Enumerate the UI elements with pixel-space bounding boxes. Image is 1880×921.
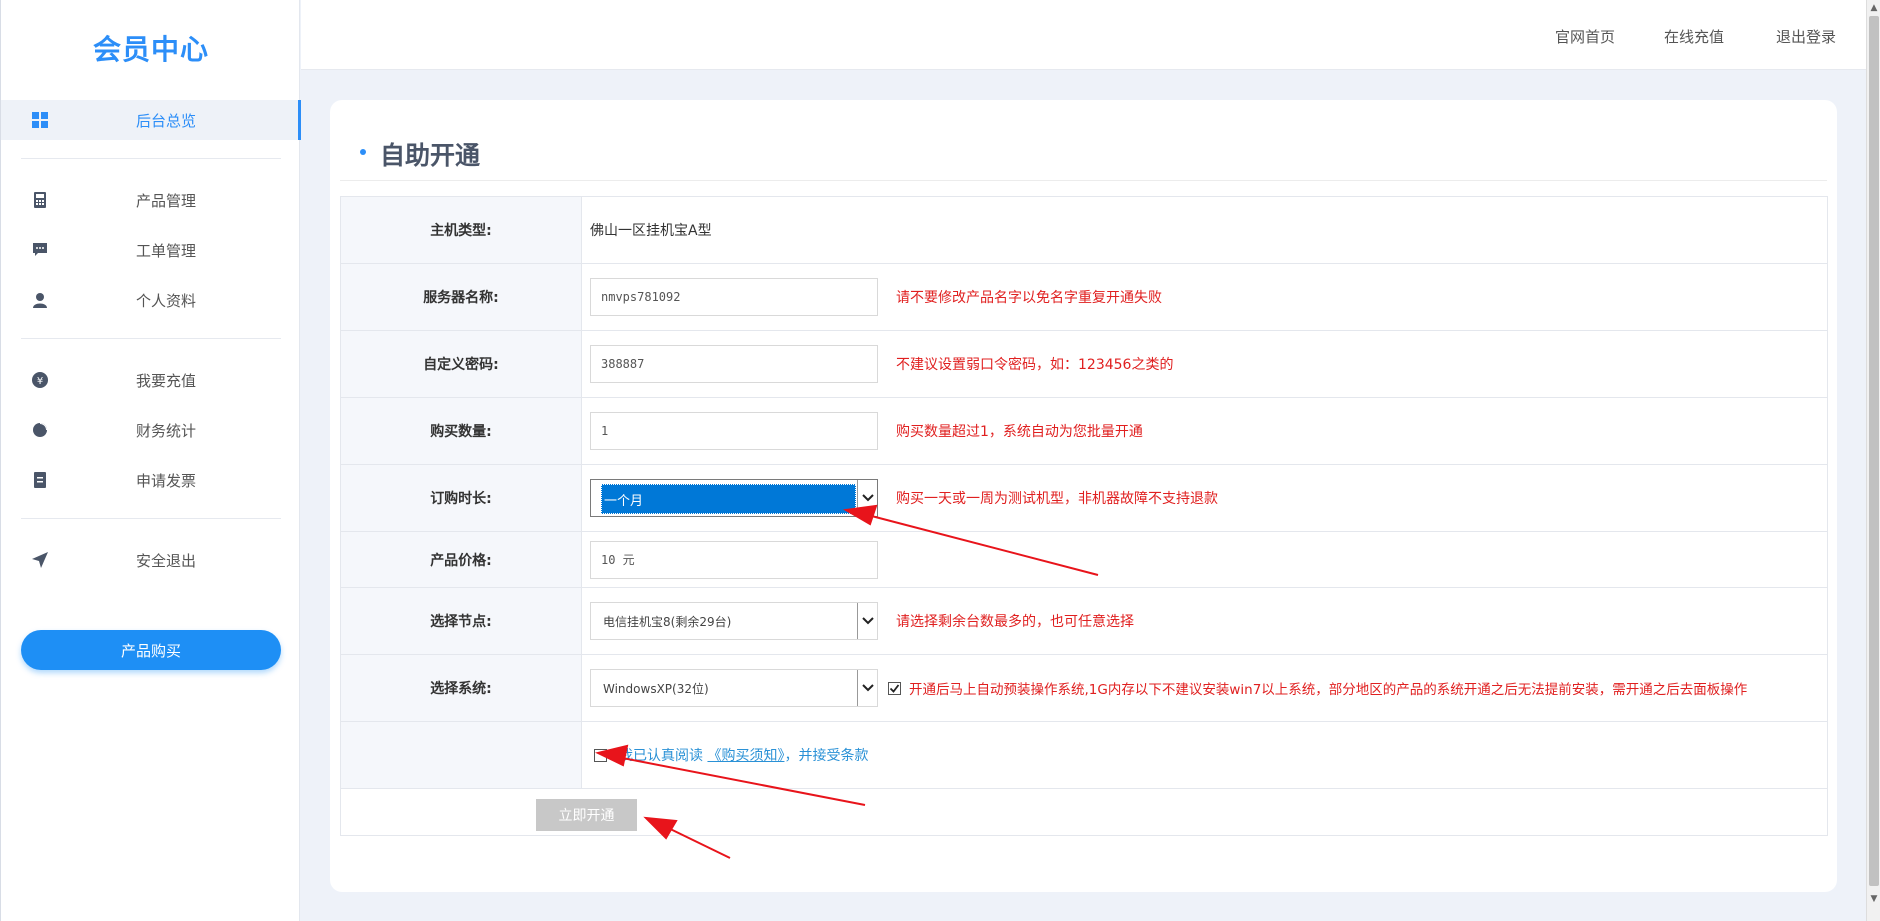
duration-hint: 购买一天或一周为测试机型，非机器故障不支持退款 <box>896 491 1218 507</box>
top-header: 官网首页 在线充值 退出登录 <box>301 0 1867 70</box>
node-select[interactable]: 电信挂机宝8(剩余29台) <box>590 602 878 640</box>
check-icon <box>889 683 900 693</box>
sidebar-item-logout[interactable]: 安全退出 <box>1 540 301 580</box>
sidebar-item-label: 个人资料 <box>135 291 196 310</box>
sidebar-item-invoice[interactable]: 申请发票 <box>1 460 301 500</box>
chevron-down-icon[interactable] <box>857 670 877 706</box>
sidebar-item-finance[interactable]: 财务统计 <box>1 410 301 450</box>
official-home-link[interactable]: 官网首页 <box>1555 26 1615 47</box>
agreement-prefix: 我已认真阅读 <box>619 748 703 764</box>
price-field: 10 元 <box>590 540 878 579</box>
sidebar: 会员中心 后台总览 产品管理 工单管理 个人资料 ¥ 我要充值 财务统计 申请发… <box>0 0 301 921</box>
sidebar-item-label: 后台总览 <box>135 111 196 130</box>
form-row-price: 产品价格: 10 元 <box>341 532 1827 588</box>
title-bullet <box>360 149 366 155</box>
sidebar-item-label: 安全退出 <box>135 551 196 570</box>
quantity-input[interactable]: 1 <box>590 412 878 450</box>
form-row-host-type: 主机类型: 佛山一区挂机宝A型 <box>341 197 1827 264</box>
form-label: 服务器名称: <box>341 264 582 330</box>
main-card: 自助开通 主机类型: 佛山一区挂机宝A型 服务器名称: nmvps781092 … <box>330 100 1837 892</box>
logout-link[interactable]: 退出登录 <box>1776 26 1836 47</box>
form-row-quantity: 购买数量: 1 购买数量超过1，系统自动为您批量开通 <box>341 398 1827 465</box>
product-purchase-button[interactable]: 产品购买 <box>21 630 281 670</box>
node-hint: 请选择剩余台数最多的，也可任意选择 <box>896 614 1134 630</box>
form-label: 选择节点: <box>341 588 582 654</box>
activate-now-button[interactable]: 立即开通 <box>536 799 637 831</box>
sidebar-item-label: 工单管理 <box>135 241 196 260</box>
duration-selected-value: 一个月 <box>601 484 856 514</box>
agreement-checkbox[interactable] <box>594 748 607 762</box>
send-icon <box>32 552 48 568</box>
page-title: 自助开通 <box>380 141 481 170</box>
sidebar-item-recharge[interactable]: ¥ 我要充值 <box>1 360 301 400</box>
form-row-password: 自定义密码: 388887 不建议设置弱口令密码，如：123456之类的 <box>341 331 1827 398</box>
form-label: 主机类型: <box>341 197 582 263</box>
preinstall-checkbox[interactable] <box>888 681 901 695</box>
form-row-submit: 立即开通 <box>341 789 1827 835</box>
host-type-value: 佛山一区挂机宝A型 <box>590 223 712 239</box>
sidebar-item-label: 产品管理 <box>135 191 196 210</box>
password-hint: 不建议设置弱口令密码，如：123456之类的 <box>896 357 1174 373</box>
sidebar-item-products[interactable]: 产品管理 <box>1 180 301 220</box>
logo: 会员中心 <box>92 33 209 66</box>
calculator-icon <box>34 192 46 208</box>
dashboard-icon <box>32 112 48 128</box>
chevron-down-icon[interactable] <box>857 480 877 516</box>
chevron-down-icon[interactable] <box>857 603 877 639</box>
sidebar-item-tickets[interactable]: 工单管理 <box>1 230 301 270</box>
title-divider <box>340 180 1827 181</box>
scroll-up-arrow[interactable]: ▲ <box>1869 2 1879 14</box>
agreement-suffix: ，并接受条款 <box>784 748 869 764</box>
invoice-icon <box>34 472 46 488</box>
form-label-empty <box>341 722 582 788</box>
sidebar-item-label: 我要充值 <box>135 371 196 390</box>
form-row-server-name: 服务器名称: nmvps781092 请不要修改产品名字以免名字重复开通失败 <box>341 264 1827 331</box>
duration-select[interactable]: 一个月 <box>590 479 878 517</box>
order-form: 主机类型: 佛山一区挂机宝A型 服务器名称: nmvps781092 请不要修改… <box>340 196 1828 836</box>
system-selected-value: WindowsXP(32位) <box>603 681 709 696</box>
purchase-notice-link[interactable]: 《购买须知》 <box>707 748 784 764</box>
form-label: 订购时长: <box>341 465 582 531</box>
server-name-hint: 请不要修改产品名字以免名字重复开通失败 <box>896 290 1162 306</box>
sidebar-item-label: 财务统计 <box>135 421 196 440</box>
form-row-duration: 订购时长: 一个月 购买一天或一周为测试机型，非机器故障不支持退款 <box>341 465 1827 532</box>
form-row-node: 选择节点: 电信挂机宝8(剩余29台) 请选择剩余台数最多的，也可任意选择 <box>341 588 1827 655</box>
pie-chart-icon <box>33 423 47 437</box>
sidebar-divider <box>21 158 281 159</box>
sidebar-item-dashboard[interactable]: 后台总览 <box>1 100 301 140</box>
sidebar-item-label: 申请发票 <box>135 471 196 490</box>
system-select[interactable]: WindowsXP(32位) <box>590 669 878 707</box>
form-label: 自定义密码: <box>341 331 582 397</box>
node-selected-value: 电信挂机宝8(剩余29台) <box>603 614 732 629</box>
sidebar-item-profile[interactable]: 个人资料 <box>1 280 301 320</box>
scroll-down-arrow[interactable]: ▼ <box>1869 893 1879 905</box>
svg-text:¥: ¥ <box>37 376 43 387</box>
scroll-thumb[interactable] <box>1869 16 1879 886</box>
quantity-hint: 购买数量超过1，系统自动为您批量开通 <box>896 424 1143 440</box>
form-label: 产品价格: <box>341 532 582 587</box>
sidebar-divider <box>21 338 281 339</box>
system-note: 开通后马上自动预装操作系统,1G内存以下不建议安装win7以上系统，部分地区的产… <box>909 682 1748 698</box>
form-row-agreement: 我已认真阅读 《购买须知》，并接受条款 <box>341 722 1827 789</box>
server-name-input[interactable]: nmvps781092 <box>590 278 878 316</box>
form-label: 购买数量: <box>341 398 582 464</box>
password-input[interactable]: 388887 <box>590 345 878 383</box>
form-label: 选择系统: <box>341 655 582 721</box>
online-recharge-link[interactable]: 在线充值 <box>1664 26 1724 47</box>
message-icon <box>33 243 47 256</box>
scrollbar[interactable]: ▲ ▼ <box>1866 0 1880 921</box>
sidebar-divider <box>21 518 281 519</box>
yen-icon: ¥ <box>32 372 48 388</box>
form-row-system: 选择系统: WindowsXP(32位) 开通后马上自动预装操作系统,1G内存以… <box>341 655 1827 722</box>
user-icon <box>33 293 47 308</box>
agreement-text: 我已认真阅读 《购买须知》，并接受条款 <box>619 745 868 765</box>
